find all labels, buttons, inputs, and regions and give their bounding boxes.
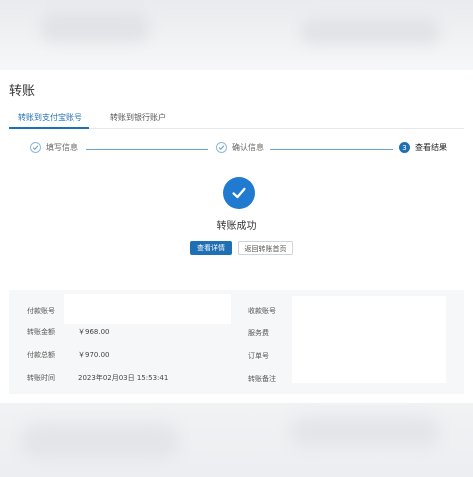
tab-transfer-to-alipay[interactable]: 转账到支付宝账号 xyxy=(18,112,82,123)
active-tab-indicator xyxy=(9,127,89,129)
detail-value-total: ￥970.00 xyxy=(78,351,110,359)
step-number-badge: 3 xyxy=(399,142,410,153)
success-check-icon xyxy=(223,177,255,209)
detail-value-time: 2023年02月03日 15:53:41 xyxy=(78,374,169,382)
tab-transfer-to-bank[interactable]: 转账到银行账户 xyxy=(110,112,166,123)
step-connector xyxy=(270,149,393,150)
detail-label-amount: 转账金额 xyxy=(27,328,55,336)
step-connector xyxy=(86,149,208,150)
detail-value-amount: ￥968.00 xyxy=(78,328,110,336)
progress-steps: 填写信息 确认信息 3 查看结果 xyxy=(0,140,473,160)
check-icon xyxy=(216,142,227,153)
redacted-payer-account xyxy=(64,294,231,324)
redacted-payee-info xyxy=(292,296,446,383)
transfer-details-panel: 付款账号 转账金额 ￥968.00 付款总额 ￥970.00 转账时间 2023… xyxy=(9,290,464,394)
detail-label-order-number: 订单号 xyxy=(248,352,269,360)
detail-label-total: 付款总额 xyxy=(27,351,55,359)
detail-label-payee-account: 收款账号 xyxy=(248,307,276,315)
detail-label-payer-account: 付款账号 xyxy=(27,307,55,315)
step-confirm-info: 确认信息 xyxy=(216,142,264,153)
blurred-shape xyxy=(40,12,150,42)
success-message: 转账成功 xyxy=(216,221,257,232)
step-label: 查看结果 xyxy=(415,143,447,152)
blurred-shape xyxy=(290,417,440,447)
view-details-button[interactable]: 查看详情 xyxy=(190,241,232,255)
transfer-tabs: 转账到支付宝账号 转账到银行账户 xyxy=(9,110,464,129)
back-to-transfer-home-button[interactable]: 返回转账首页 xyxy=(238,241,293,255)
detail-label-time: 转账时间 xyxy=(27,374,55,382)
step-label: 填写信息 xyxy=(46,143,78,152)
step-fill-info: 填写信息 xyxy=(30,142,78,153)
step-label: 确认信息 xyxy=(232,143,264,152)
blurred-shape xyxy=(300,18,440,44)
detail-label-remark: 转账备注 xyxy=(248,375,276,383)
blurred-shape xyxy=(20,423,180,459)
blurred-top-area xyxy=(0,0,473,70)
page-title: 转账 xyxy=(9,84,36,99)
step-view-result: 3 查看结果 xyxy=(399,142,447,153)
blurred-bottom-area xyxy=(0,403,473,477)
detail-label-service-fee: 服务费 xyxy=(248,329,269,337)
check-icon xyxy=(30,142,41,153)
